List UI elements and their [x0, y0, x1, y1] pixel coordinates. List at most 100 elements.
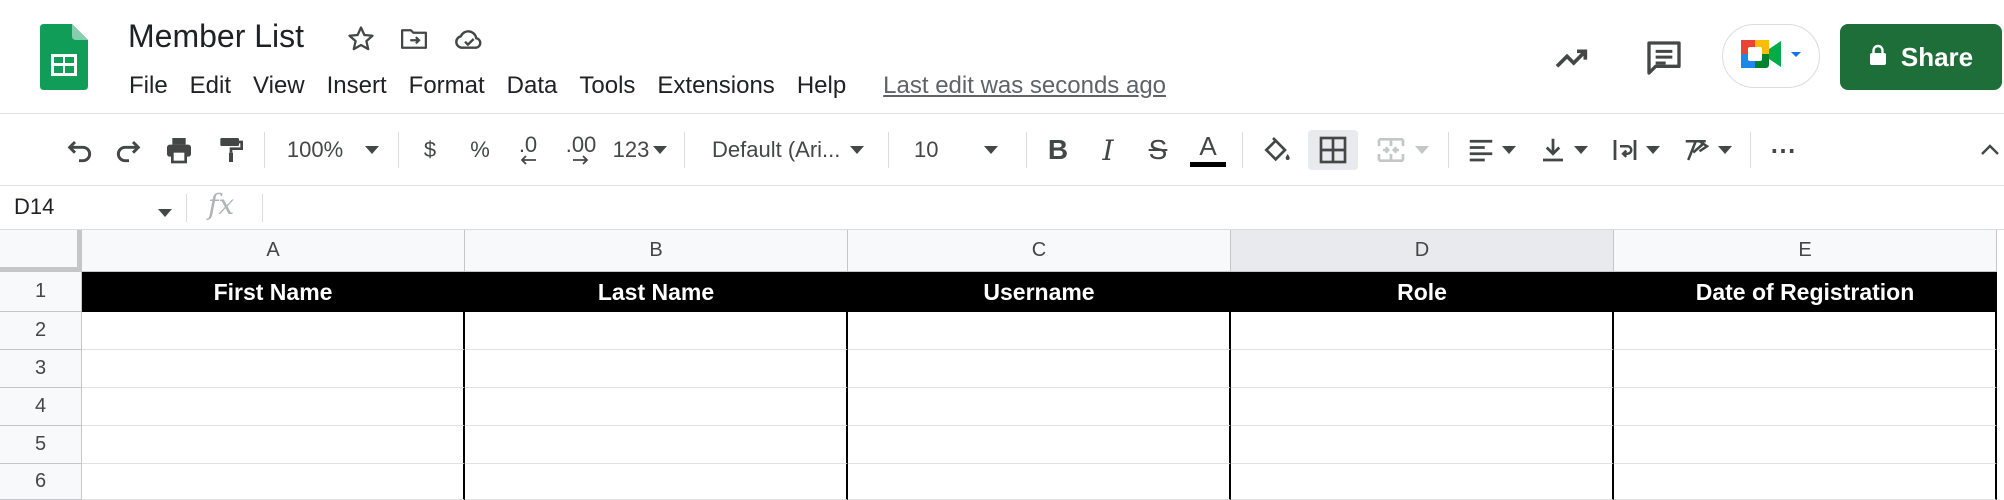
move-folder-icon[interactable] [397, 22, 431, 56]
toolbar-divider [1026, 132, 1027, 168]
column-header-b[interactable]: B [465, 230, 848, 272]
share-button[interactable]: Share [1840, 24, 2002, 90]
italic-button[interactable]: I [1088, 130, 1128, 170]
row-header-3[interactable]: 3 [0, 350, 82, 388]
fill-color-icon[interactable] [1256, 130, 1298, 170]
bold-button[interactable]: B [1038, 130, 1078, 170]
undo-icon[interactable] [58, 130, 100, 170]
comments-icon[interactable] [1642, 36, 1686, 80]
formula-input[interactable] [276, 194, 1976, 222]
grid-cell[interactable] [1614, 312, 1997, 350]
last-edit-link[interactable]: Last edit was seconds ago [883, 72, 1166, 100]
document-title[interactable]: Member List [128, 18, 304, 55]
caret-down-icon [653, 146, 668, 154]
grid-cell[interactable] [465, 350, 848, 388]
increase-decimal-button[interactable]: .00 [558, 130, 604, 170]
grid-cell[interactable] [1614, 426, 1997, 464]
cell-c1[interactable]: Username [848, 272, 1231, 312]
grid-cell[interactable] [82, 426, 465, 464]
column-header-d[interactable]: D [1231, 230, 1614, 272]
grid-cell[interactable] [848, 464, 1231, 500]
number-format-select[interactable]: 123 [610, 130, 670, 170]
cloud-saved-icon[interactable] [452, 22, 486, 56]
menu-data[interactable]: Data [496, 72, 569, 100]
toolbar-divider [888, 132, 889, 168]
star-icon[interactable] [344, 22, 378, 56]
column-header-e[interactable]: E [1614, 230, 1997, 272]
grid-cell[interactable] [82, 388, 465, 426]
app-header: Member List File Edit View Insert Format… [0, 0, 2004, 114]
select-all-corner[interactable] [0, 230, 82, 272]
collapse-toolbar-icon[interactable] [1980, 130, 2000, 170]
strikethrough-button[interactable]: S [1138, 130, 1178, 170]
font-size-select[interactable]: 10 [902, 130, 1014, 170]
merge-cells-icon[interactable] [1366, 130, 1438, 170]
column-header-c[interactable]: C [848, 230, 1231, 272]
row-header-4[interactable]: 4 [0, 388, 82, 426]
row-header-1[interactable]: 1 [0, 272, 82, 312]
grid-cell[interactable] [1231, 426, 1614, 464]
row-header-6[interactable]: 6 [0, 464, 82, 500]
caret-down-icon [1718, 146, 1732, 154]
grid-cell[interactable] [848, 388, 1231, 426]
menu-extensions[interactable]: Extensions [646, 72, 785, 100]
grid-cell[interactable] [1231, 312, 1614, 350]
activity-trend-icon[interactable] [1550, 36, 1594, 80]
grid-cell[interactable] [82, 312, 465, 350]
text-color-button[interactable]: A [1188, 130, 1228, 170]
menu-file[interactable]: File [118, 72, 179, 100]
grid-cell[interactable] [848, 350, 1231, 388]
menu-insert[interactable]: Insert [316, 72, 398, 100]
menu-edit[interactable]: Edit [179, 72, 242, 100]
currency-format-button[interactable]: $ [412, 130, 448, 170]
menu-format[interactable]: Format [398, 72, 496, 100]
menu-view[interactable]: View [242, 72, 316, 100]
grid-cell[interactable] [82, 464, 465, 500]
cell-b1[interactable]: Last Name [465, 272, 848, 312]
meet-button[interactable] [1722, 24, 1820, 88]
grid-cell[interactable] [82, 350, 465, 388]
text-rotation-icon[interactable] [1676, 130, 1738, 170]
font-family-select[interactable]: Default (Ari... [700, 130, 876, 170]
cell-e1[interactable]: Date of Registration [1614, 272, 1997, 312]
menu-tools[interactable]: Tools [568, 72, 646, 100]
horizontal-align-icon[interactable] [1460, 130, 1522, 170]
zoom-select[interactable]: 100% [278, 130, 388, 170]
percent-label: % [470, 137, 490, 162]
more-options-button[interactable]: ⋯ [1762, 130, 1804, 170]
caret-down-icon[interactable] [158, 204, 172, 222]
row-header-5[interactable]: 5 [0, 426, 82, 464]
cell-d1[interactable]: Role [1231, 272, 1614, 312]
percent-format-button[interactable]: % [462, 130, 498, 170]
text-wrap-icon[interactable] [1604, 130, 1666, 170]
sheets-logo-icon[interactable] [40, 24, 88, 90]
paint-format-icon[interactable] [210, 130, 252, 170]
grid-cell[interactable] [465, 426, 848, 464]
column-header-a[interactable]: A [82, 230, 465, 272]
grid-cell[interactable] [1614, 388, 1997, 426]
borders-icon[interactable] [1308, 130, 1358, 170]
grid-cell[interactable] [465, 312, 848, 350]
grid-cell[interactable] [1614, 464, 1997, 500]
grid-cell[interactable] [465, 388, 848, 426]
menu-help[interactable]: Help [786, 72, 857, 100]
font-size-value: 10 [914, 137, 939, 162]
vertical-align-icon[interactable] [1532, 130, 1594, 170]
decrease-decimal-button[interactable]: .0 [508, 130, 548, 170]
spreadsheet-grid: A B C D E 1 2 3 4 5 6 First Name Last Na… [0, 230, 2004, 500]
grid-cell[interactable] [848, 312, 1231, 350]
name-box[interactable]: D14 [14, 194, 54, 220]
grid-cell[interactable] [1231, 388, 1614, 426]
caret-down-icon [1574, 146, 1588, 154]
print-icon[interactable] [158, 130, 200, 170]
row-header-2[interactable]: 2 [0, 312, 82, 350]
grid-cell[interactable] [848, 426, 1231, 464]
redo-icon[interactable] [108, 130, 150, 170]
grid-cell[interactable] [465, 464, 848, 500]
number-format-label: 123 [612, 137, 650, 162]
grid-cell[interactable] [1231, 464, 1614, 500]
cell-a1[interactable]: First Name [82, 272, 465, 312]
caret-down-icon [1646, 146, 1660, 154]
grid-cell[interactable] [1231, 350, 1614, 388]
grid-cell[interactable] [1614, 350, 1997, 388]
